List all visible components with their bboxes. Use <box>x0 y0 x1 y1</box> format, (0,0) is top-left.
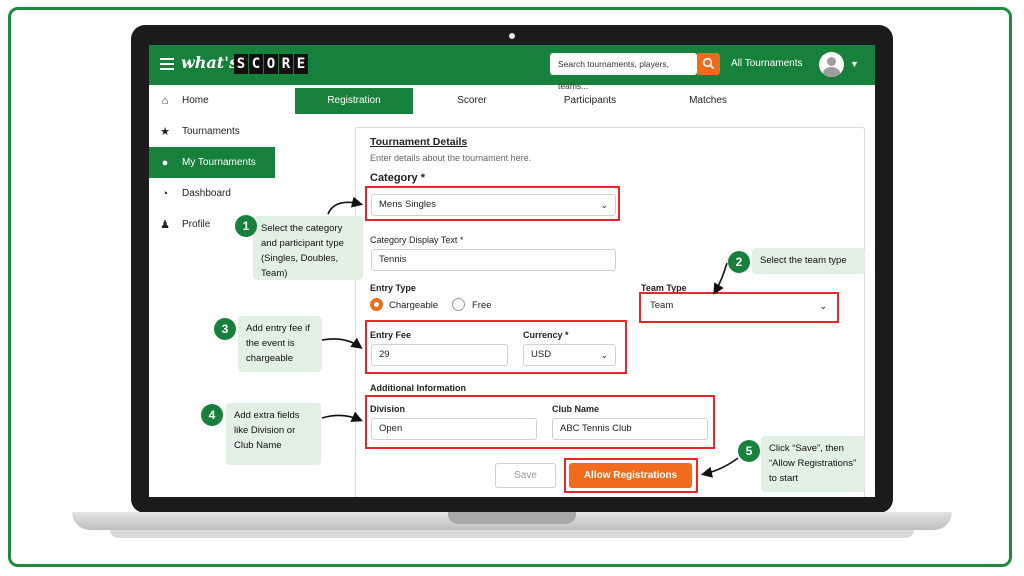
callout-arrows <box>321 196 739 478</box>
